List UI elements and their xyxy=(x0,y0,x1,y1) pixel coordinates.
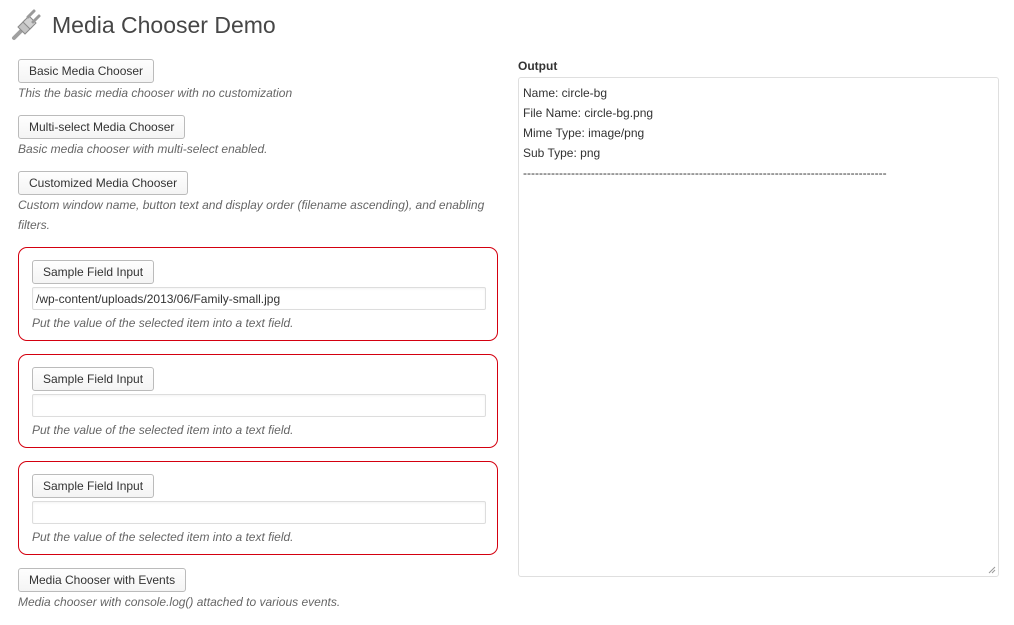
field-input-text[interactable] xyxy=(32,287,486,310)
output-line: Sub Type: png xyxy=(523,146,601,160)
field-input-description: Put the value of the selected item into … xyxy=(32,530,294,544)
sample-field-input-button[interactable]: Sample Field Input xyxy=(32,367,155,391)
output-textarea[interactable]: Name: circle-bg File Name: circle-bg.png… xyxy=(518,77,999,577)
plugin-icon xyxy=(12,9,41,40)
field-input-box: Sample Field Input Put the value of the … xyxy=(18,354,498,448)
customized-chooser-section: Customized Media Chooser Custom window n… xyxy=(18,171,500,235)
sample-field-input-button[interactable]: Sample Field Input xyxy=(32,260,155,284)
page-title: Media Chooser Demo xyxy=(52,11,276,38)
basic-chooser-description: This the basic media chooser with no cus… xyxy=(18,86,293,100)
field-input-description: Put the value of the selected item into … xyxy=(32,316,294,330)
field-input-box: Sample Field Input Put the value of the … xyxy=(18,461,498,555)
field-input-text[interactable] xyxy=(32,394,486,417)
output-separator-line: ----------------------------------------… xyxy=(523,166,887,180)
customized-media-chooser-button[interactable]: Customized Media Chooser xyxy=(18,171,189,195)
multi-select-media-chooser-button[interactable]: Multi-select Media Chooser xyxy=(18,115,186,139)
media-chooser-demo-page: Media Chooser Demo Basic Media Chooser T… xyxy=(0,0,1014,625)
page-header: Media Chooser Demo xyxy=(10,5,276,45)
output-line: Name: circle-bg xyxy=(523,86,608,100)
sample-field-input-button[interactable]: Sample Field Input xyxy=(32,474,155,498)
media-chooser-with-events-button[interactable]: Media Chooser with Events xyxy=(18,568,187,592)
output-label: Output xyxy=(518,59,558,73)
multi-select-chooser-description: Basic media chooser with multi-select en… xyxy=(18,142,268,156)
resize-grip-icon[interactable] xyxy=(988,566,996,574)
events-chooser-section: Media Chooser with Events Media chooser … xyxy=(18,568,500,612)
field-input-box: Sample Field Input Put the value of the … xyxy=(18,247,498,341)
customized-chooser-description: Custom window name, button text and disp… xyxy=(18,198,485,232)
output-line: Mime Type: image/png xyxy=(523,126,645,140)
field-input-text[interactable] xyxy=(32,501,486,524)
basic-chooser-section: Basic Media Chooser This the basic media… xyxy=(18,59,500,103)
multi-select-chooser-section: Multi-select Media Chooser Basic media c… xyxy=(18,115,500,159)
output-line: File Name: circle-bg.png xyxy=(523,106,654,120)
field-input-description: Put the value of the selected item into … xyxy=(32,423,294,437)
events-chooser-description: Media chooser with console.log() attache… xyxy=(18,595,341,609)
basic-media-chooser-button[interactable]: Basic Media Chooser xyxy=(18,59,155,83)
